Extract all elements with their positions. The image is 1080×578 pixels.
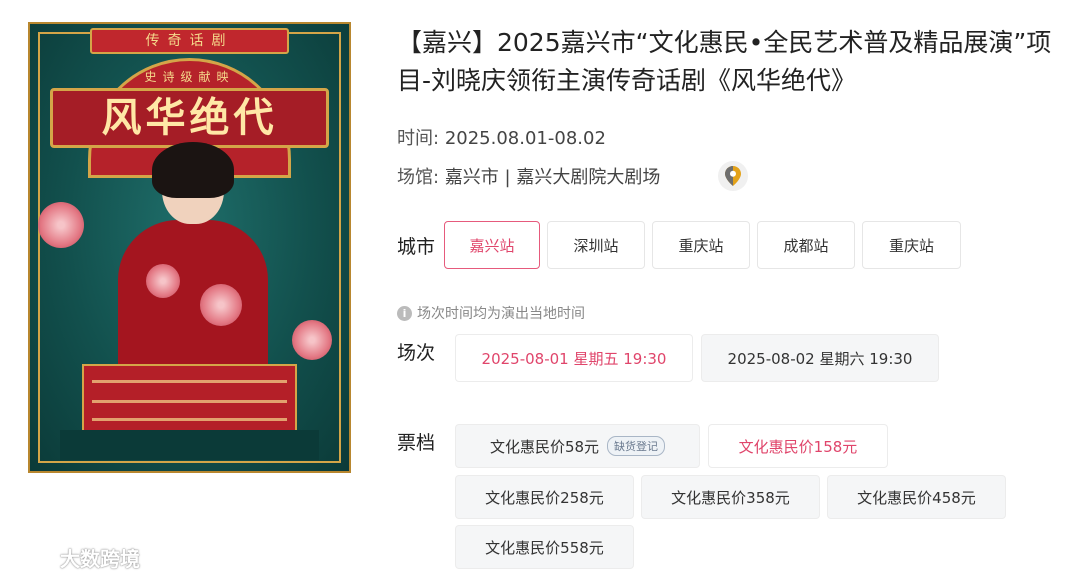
- event-time: 时间: 2025.08.01-08.02: [397, 124, 606, 150]
- info-icon: i: [397, 305, 412, 321]
- event-poster: 传奇话剧 史诗级献映 风华绝代: [28, 22, 351, 473]
- notice-text: 场次时间均为演出当地时间: [417, 306, 585, 322]
- timezone-notice: i 场次时间均为演出当地时间: [397, 303, 585, 323]
- map-pin-icon[interactable]: [718, 161, 748, 191]
- ticket-option[interactable]: 文化惠民价158元: [708, 424, 888, 468]
- city-option[interactable]: 重庆站: [652, 221, 750, 269]
- ticket-option[interactable]: 文化惠民价58元 缺货登记: [455, 424, 700, 468]
- ticket-option[interactable]: 文化惠民价258元: [455, 475, 634, 519]
- poster-flower: [292, 320, 332, 360]
- poster-band: 传奇话剧: [90, 28, 289, 54]
- watermark: 大数跨境: [10, 543, 140, 572]
- session-label: 场次: [397, 342, 436, 364]
- event-venue: 场馆: 嘉兴市 | 嘉兴大剧院大剧场: [397, 163, 660, 189]
- map-pin-icon-svg: [725, 166, 741, 186]
- watermark-logo-icon: [11, 548, 53, 567]
- ticket-option-label: 文化惠民价58元: [489, 437, 600, 456]
- poster-hair: [152, 142, 234, 198]
- poster-title: 风华绝代: [50, 88, 329, 148]
- poster-subtitle: 史诗级献映: [144, 70, 235, 84]
- city-label: 城市: [397, 236, 436, 258]
- poster-flower: [200, 284, 242, 326]
- poster-figure: [100, 142, 280, 370]
- out-of-stock-badge: 缺货登记: [607, 436, 666, 456]
- venue-label: 场馆:: [397, 167, 440, 188]
- poster-footer: [60, 430, 319, 460]
- session-option[interactable]: 2025-08-02 星期六 19:30: [701, 334, 939, 382]
- venue-value: 嘉兴市 | 嘉兴大剧院大剧场: [444, 167, 661, 188]
- ticket-option[interactable]: 文化惠民价358元: [641, 475, 820, 519]
- session-option[interactable]: 2025-08-01 星期五 19:30: [455, 334, 693, 382]
- ticket-option[interactable]: 文化惠民价558元: [455, 525, 634, 569]
- city-option[interactable]: 成都站: [757, 221, 855, 269]
- poster-flower: [38, 202, 84, 248]
- city-option[interactable]: 重庆站: [862, 221, 961, 269]
- city-option[interactable]: 嘉兴站: [444, 221, 540, 269]
- poster-flower: [146, 264, 180, 298]
- ticket-option[interactable]: 文化惠民价458元: [827, 475, 1006, 519]
- watermark-text: 大数跨境: [60, 547, 140, 571]
- time-value: 2025.08.01-08.02: [444, 128, 606, 149]
- time-label: 时间:: [397, 128, 440, 149]
- ticket-label: 票档: [397, 432, 436, 454]
- event-title: 【嘉兴】2025嘉兴市“文化惠民•全民艺术普及精品展演”项目-刘晓庆领衔主演传奇…: [397, 28, 1052, 95]
- city-option[interactable]: 深圳站: [547, 221, 645, 269]
- poster-dress: [118, 220, 268, 370]
